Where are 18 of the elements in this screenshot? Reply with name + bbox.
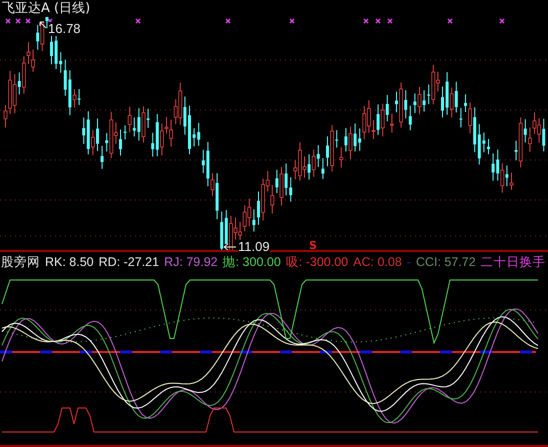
indicator-value: RJ: 79.92: [164, 254, 218, 270]
chart-title: 飞亚达A (日线): [2, 1, 92, 17]
indicator-value: 抛: 300.00: [222, 254, 281, 270]
low-price-label: 11.09: [238, 240, 270, 254]
leader-line: [40, 22, 46, 28]
indicator-value: AC: 0.08: [353, 254, 402, 270]
high-price-label: 16.78: [48, 22, 81, 36]
indicator-value: 二十日换手: [480, 254, 546, 270]
indicator-value: RD: -27.21: [98, 254, 160, 270]
candlestick: [188, 105, 191, 155]
candlestick: [487, 138, 490, 155]
signal-marker: S: [309, 240, 317, 251]
indicator-value: CCI: 57.72: [416, 254, 476, 270]
indicator-value: 股旁网: [1, 254, 40, 270]
indicator-value: -: [406, 254, 411, 270]
indicator-value: 吸: -300.00: [286, 254, 348, 270]
indicator-value: RK: 8.50: [45, 254, 94, 270]
leader-line: [224, 244, 236, 250]
